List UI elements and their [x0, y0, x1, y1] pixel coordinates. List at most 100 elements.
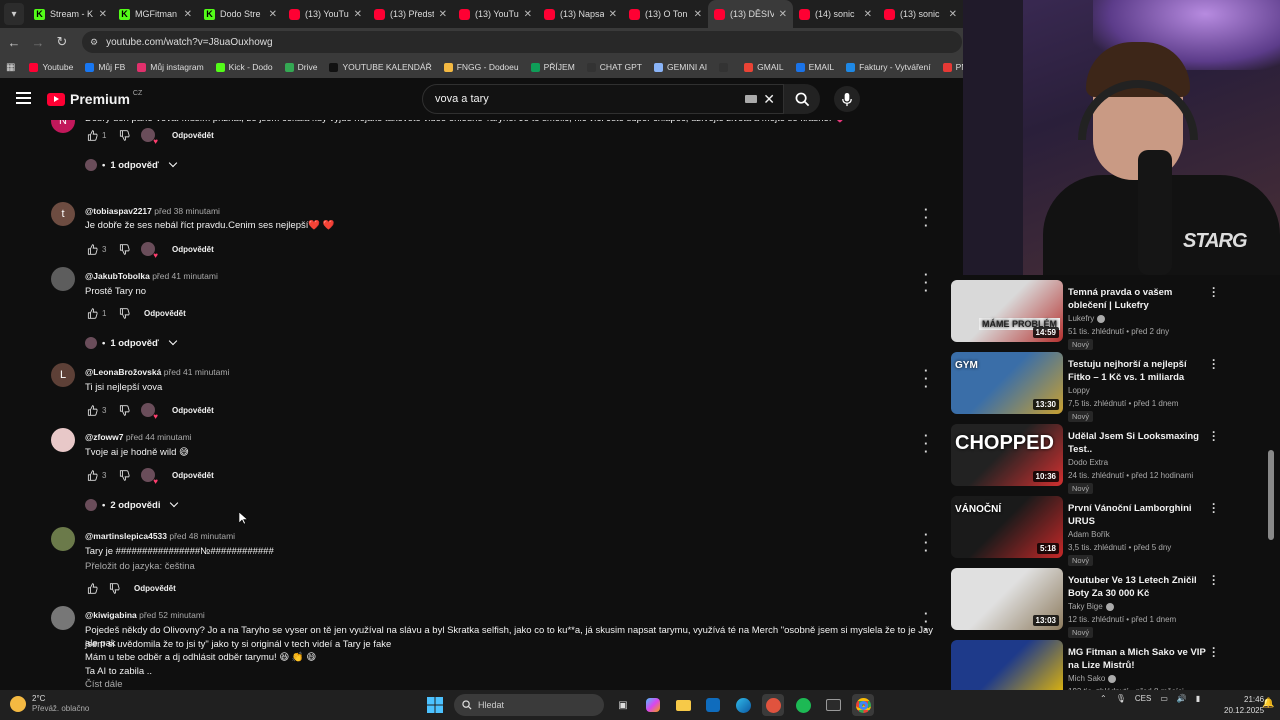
address-bar[interactable]: ⚙ youtube.com/watch?v=J8uaOuxhowg	[82, 31, 962, 53]
menu-icon[interactable]	[16, 92, 31, 104]
reply-button[interactable]: Odpovědět	[172, 406, 214, 415]
close-tab-icon[interactable]: ✕	[949, 9, 957, 20]
spotify-icon[interactable]	[792, 694, 814, 716]
browser-tab[interactable]: (13) sonic ✕	[878, 0, 963, 28]
bookmark-item[interactable]: Drive	[279, 62, 324, 72]
bookmark-item[interactable]: Youtube	[23, 62, 79, 72]
close-tab-icon[interactable]: ✕	[354, 9, 362, 20]
more-actions-icon[interactable]: · · ·	[924, 429, 928, 458]
like-icon[interactable]	[85, 128, 99, 142]
close-tab-icon[interactable]: ✕	[439, 9, 447, 20]
browser-tab[interactable]: (13) YouTu ✕	[453, 0, 538, 28]
comment-time[interactable]: před 41 minutami	[164, 367, 230, 377]
browser-tab[interactable]: K MGFitman ✕	[113, 0, 198, 28]
bookmark-item[interactable]: Můj FB	[79, 62, 131, 72]
comment-time[interactable]: před 48 minutami	[169, 531, 235, 541]
video-title[interactable]: Youtuber Ve 13 Letech Zničil Boty Za 30 …	[1068, 574, 1208, 600]
browser-tab[interactable]: (13) O Ton ✕	[623, 0, 708, 28]
bookmark-item[interactable]: PNG to	[937, 62, 963, 72]
microphone-tray-icon[interactable]: 🎙	[1116, 694, 1126, 703]
avatar[interactable]: L	[51, 363, 75, 387]
network-icon[interactable]: ▭	[1160, 694, 1168, 703]
video-channel[interactable]: Adam Bořík	[1068, 530, 1110, 539]
close-tab-icon[interactable]: ✕	[524, 9, 532, 20]
bookmark-item[interactable]: FNGG - Dodoeu	[438, 62, 525, 72]
comment-author[interactable]: @zfoww7	[85, 432, 124, 442]
show-hidden-icons[interactable]: ⌃	[1100, 694, 1107, 703]
bookmark-item[interactable]: PŘÍJEM	[525, 62, 581, 72]
weather-widget[interactable]: 2°C Převáž. oblačno	[10, 694, 89, 714]
reply-button[interactable]: Odpovědět	[172, 471, 214, 480]
obs-icon[interactable]	[762, 694, 784, 716]
more-actions-icon[interactable]: · · ·	[924, 364, 928, 393]
battery-icon[interactable]: ▮	[1196, 694, 1200, 703]
avatar[interactable]	[51, 527, 75, 551]
close-tab-icon[interactable]: ✕	[99, 9, 107, 20]
outlook-icon[interactable]	[702, 694, 724, 716]
browser-tab[interactable]: (14) sonic ✕	[793, 0, 878, 28]
video-more-icon[interactable]: · · ·	[1212, 426, 1216, 446]
video-more-icon[interactable]: · · ·	[1212, 282, 1216, 302]
reply-button[interactable]: Odpovědět	[172, 131, 214, 140]
taskbar-search[interactable]: Hledat	[454, 694, 604, 716]
close-tab-icon[interactable]: ✕	[609, 9, 617, 20]
dislike-icon[interactable]	[107, 581, 121, 595]
video-thumbnail[interactable]: VÁNOČNÍ 5:18	[951, 496, 1063, 558]
more-actions-icon[interactable]: · · ·	[924, 203, 928, 232]
page-scrollbar[interactable]	[1268, 450, 1274, 540]
site-info-icon[interactable]: ⚙	[90, 37, 98, 48]
video-more-icon[interactable]: · · ·	[1212, 498, 1216, 518]
comment-author[interactable]: @martinslepica4533	[85, 531, 167, 541]
bookmark-item[interactable]: GEMINI AI	[648, 62, 713, 72]
close-tab-icon[interactable]: ✕	[864, 9, 872, 20]
bookmark-item[interactable]: Faktury - Vytváření	[840, 62, 936, 72]
reply-button[interactable]: Odpovědět	[144, 309, 186, 318]
comment-time[interactable]: před 41 minutami	[152, 271, 218, 281]
video-title[interactable]: Temná pravda o vašem oblečení | Lukefry	[1068, 286, 1208, 312]
bookmark-item[interactable]: EMAIL	[790, 62, 841, 72]
bookmark-item[interactable]: YOUTUBE KALENDÁŘ	[323, 62, 437, 72]
more-actions-icon[interactable]: · · ·	[924, 607, 928, 636]
search-input[interactable]: vova a tary ✕	[422, 84, 784, 114]
close-tab-icon[interactable]: ✕	[694, 9, 702, 20]
bookmark-item[interactable]	[713, 62, 738, 72]
like-icon[interactable]	[85, 306, 99, 320]
video-title[interactable]: MG Fitman a Mich Sako ve VIP na Lize Mis…	[1068, 646, 1208, 672]
close-tab-icon[interactable]: ✕	[184, 9, 192, 20]
avatar[interactable]: N	[51, 120, 75, 133]
recommended-video[interactable]: MG Fitman a Mich Sako ve VIP na Lize Mis…	[950, 640, 1230, 690]
video-channel[interactable]: Loppy	[1068, 386, 1090, 395]
view-replies-button[interactable]: • 1 odpověď	[85, 158, 178, 171]
comment-time[interactable]: před 38 minutami	[154, 206, 220, 216]
like-icon[interactable]	[85, 242, 99, 256]
video-title[interactable]: Testuju nejhorší a nejlepší Fitko – 1 Kč…	[1068, 358, 1208, 384]
avatar[interactable]: t	[51, 202, 75, 226]
clear-search-icon[interactable]: ✕	[763, 91, 775, 108]
dislike-icon[interactable]	[117, 306, 131, 320]
more-actions-icon[interactable]: · · ·	[924, 268, 928, 297]
video-channel[interactable]: Dodo Extra	[1068, 458, 1108, 467]
video-channel[interactable]: Taky Bige	[1068, 602, 1114, 611]
read-more-link[interactable]: Číst dále	[85, 678, 945, 690]
comment-author[interactable]: @LeonaBrožovská	[85, 367, 161, 377]
recommended-video[interactable]: VÁNOČNÍ 5:18 První Vánoční Lamborghini URU…	[950, 496, 1230, 566]
comment-time[interactable]: před 52 minutami	[139, 610, 205, 620]
bookmark-item[interactable]: CHAT GPT	[581, 62, 648, 72]
youtube-premium-logo[interactable]: Premium CZ	[47, 90, 142, 107]
browser-tab[interactable]: (13) DĚSIV ✕	[708, 0, 793, 28]
close-tab-icon[interactable]: ✕	[269, 9, 277, 20]
browser-tab[interactable]: K Stream - K ✕	[28, 0, 113, 28]
comment-author[interactable]: @tobiaspav2217	[85, 206, 152, 216]
like-icon[interactable]	[85, 581, 99, 595]
video-more-icon[interactable]: · · ·	[1212, 570, 1216, 590]
video-more-icon[interactable]: · · ·	[1212, 354, 1216, 374]
avatar[interactable]	[51, 428, 75, 452]
tab-search-button[interactable]: ▾	[4, 3, 24, 25]
start-icon[interactable]	[424, 694, 446, 716]
like-icon[interactable]	[85, 403, 99, 417]
video-channel[interactable]: Mich Sako	[1068, 674, 1117, 683]
video-title[interactable]: První Vánoční Lamborghini URUS	[1068, 502, 1208, 528]
video-thumbnail[interactable]: MÁME PROBLÉM 14:59	[951, 280, 1063, 342]
video-thumbnail[interactable]: 13:03	[951, 568, 1063, 630]
comment-time[interactable]: před 44 minutami	[126, 432, 192, 442]
